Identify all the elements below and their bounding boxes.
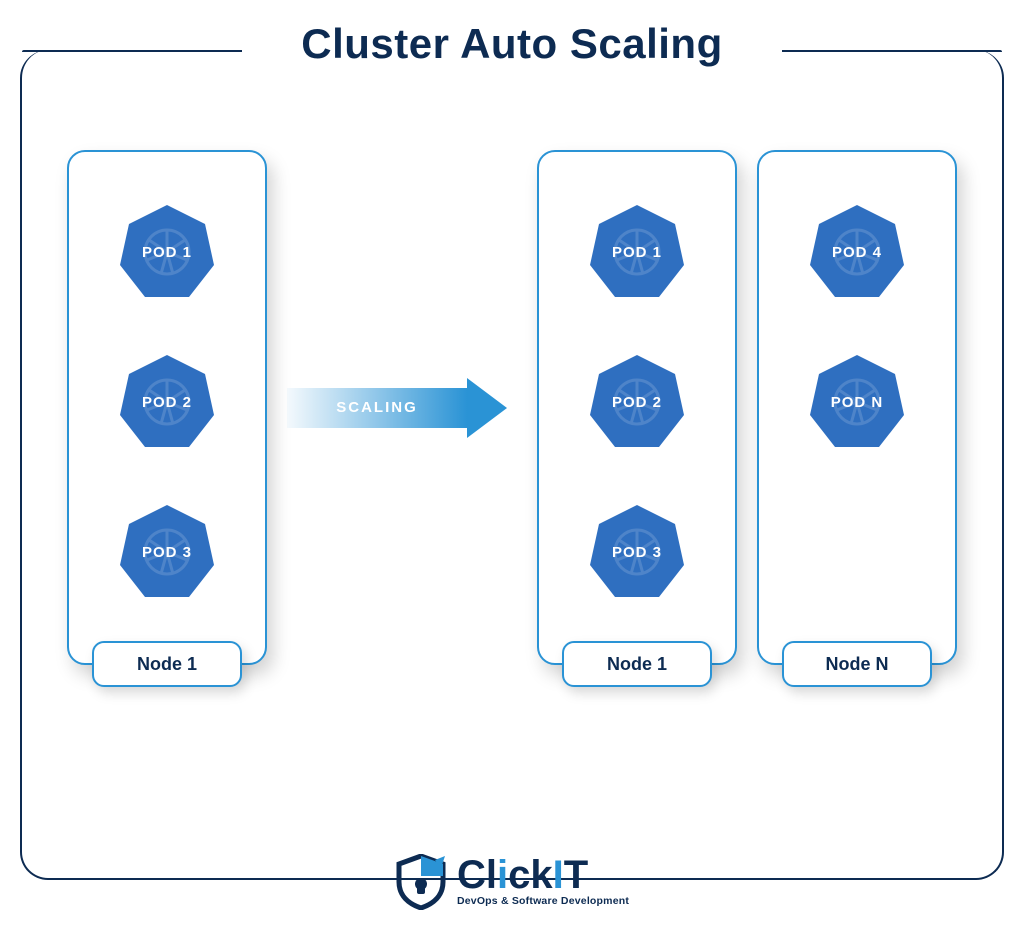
pod-label: POD 3 xyxy=(142,544,192,561)
pod-label: POD 2 xyxy=(612,394,662,411)
brand-name: ClickIT xyxy=(457,857,629,893)
arrow-shaft: SCALING xyxy=(287,388,467,428)
pod-label: POD N xyxy=(831,394,884,411)
diagram-stage: POD 1 POD 2 POD 3 Node 1 xyxy=(0,150,1024,665)
node-label: Node N xyxy=(782,641,932,687)
node-box-right-1: POD 1 POD 2 xyxy=(537,150,737,665)
pod: POD 2 xyxy=(117,352,217,452)
scaling-arrow: SCALING xyxy=(277,150,527,665)
arrow-label: SCALING xyxy=(336,399,418,416)
node-box-right-n: POD 4 POD N Node N xyxy=(757,150,957,665)
pod: POD 1 xyxy=(587,202,687,302)
pod-label: POD 2 xyxy=(142,394,192,411)
pod: POD 3 xyxy=(117,502,217,602)
pod: POD 4 xyxy=(807,202,907,302)
shield-icon xyxy=(395,854,447,910)
pod: POD N xyxy=(807,352,907,452)
node-label: Node 1 xyxy=(562,641,712,687)
right-node-group: POD 1 POD 2 xyxy=(537,150,957,665)
brand-logo: ClickIT DevOps & Software Development xyxy=(0,854,1024,910)
pod: POD 1 xyxy=(117,202,217,302)
pod: POD 3 xyxy=(587,502,687,602)
brand-tagline: DevOps & Software Development xyxy=(457,895,629,907)
pod-label: POD 4 xyxy=(832,244,882,261)
pod-label: POD 1 xyxy=(612,244,662,261)
pod: POD 2 xyxy=(587,352,687,452)
node-label: Node 1 xyxy=(92,641,242,687)
pod-label: POD 3 xyxy=(612,544,662,561)
node-box-left: POD 1 POD 2 POD 3 Node 1 xyxy=(67,150,267,665)
arrow-head-icon xyxy=(467,378,507,438)
pod-label: POD 1 xyxy=(142,244,192,261)
